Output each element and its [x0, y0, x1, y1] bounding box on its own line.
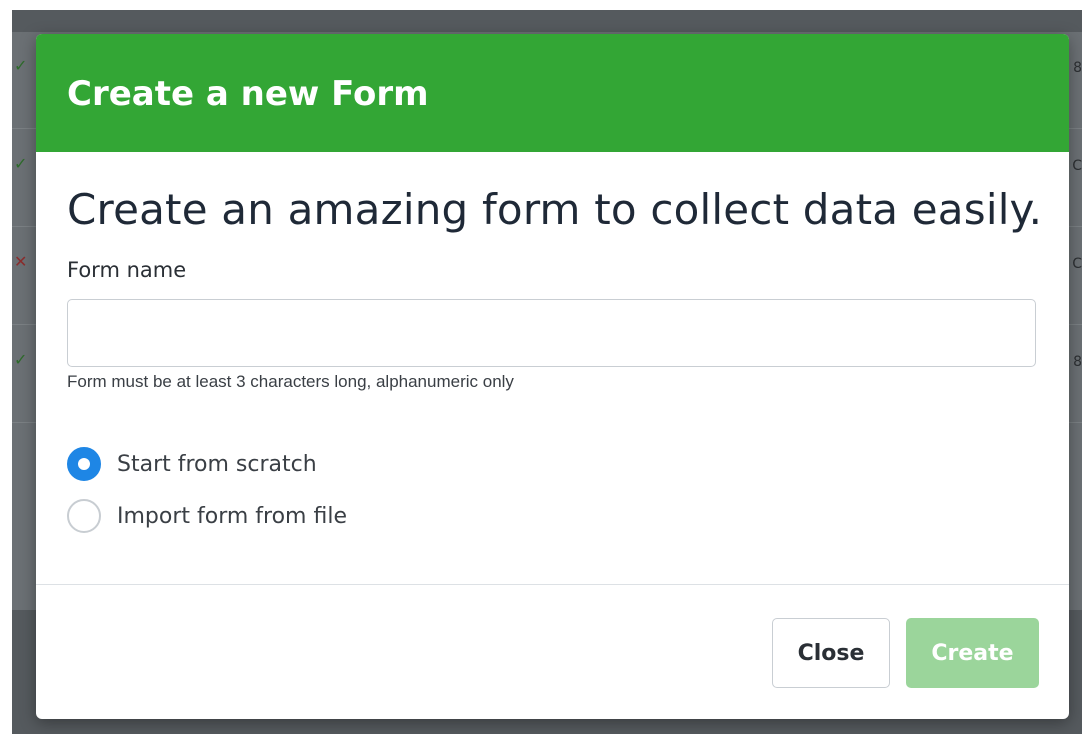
check-icon: ✓ — [14, 154, 28, 173]
option-import-from-file[interactable]: Import form from file — [67, 499, 347, 533]
row-end-text: 8 — [1073, 60, 1082, 76]
dialog-header: Create a new Form — [36, 34, 1069, 152]
option-start-from-scratch[interactable]: Start from scratch — [67, 447, 317, 481]
dialog-headline: Create an amazing form to collect data e… — [67, 185, 1043, 234]
form-name-help-text: Form must be at least 3 characters long,… — [67, 372, 514, 391]
create-form-dialog: Create a new Form Create an amazing form… — [36, 34, 1069, 719]
row-end-text: C — [1072, 158, 1082, 174]
form-name-label: Form name — [67, 258, 187, 282]
row-end-text: 8 — [1073, 354, 1082, 370]
dialog-body: Create an amazing form to collect data e… — [36, 152, 1069, 584]
close-button[interactable]: Close — [772, 618, 890, 688]
option-label: Import form from file — [117, 503, 347, 529]
row-end-text: C — [1072, 256, 1082, 272]
dialog-footer: Close Create — [36, 584, 1069, 719]
radio-unselected-icon[interactable] — [67, 499, 101, 533]
check-icon: ✓ — [14, 56, 28, 75]
radio-selected-icon[interactable] — [67, 447, 101, 481]
check-icon: ✓ — [14, 350, 28, 369]
option-label: Start from scratch — [117, 451, 317, 477]
dialog-title: Create a new Form — [67, 74, 429, 114]
form-name-input[interactable] — [67, 299, 1036, 367]
cross-icon: ✕ — [14, 252, 28, 271]
create-button[interactable]: Create — [906, 618, 1039, 688]
